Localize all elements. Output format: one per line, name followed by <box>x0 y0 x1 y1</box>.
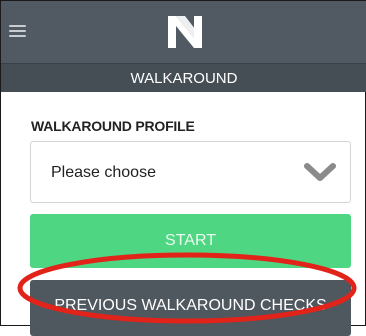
brand-n-logo-icon <box>168 16 202 48</box>
select-value: Please choose <box>51 164 156 181</box>
previous-checks-label: PREVIOUS WALKAROUND CHECKS <box>54 297 327 314</box>
walkaround-profile-label: WALKAROUND PROFILE <box>31 118 195 134</box>
section-title: WALKAROUND <box>130 69 238 87</box>
start-button[interactable]: START <box>30 214 351 268</box>
start-button-label: START <box>165 232 216 249</box>
chevron-down-icon <box>304 163 336 181</box>
hamburger-menu-icon[interactable] <box>9 25 26 37</box>
app-header <box>1 1 366 63</box>
walkaround-profile-select[interactable]: Please choose <box>30 141 351 203</box>
previous-walkaround-checks-button[interactable]: PREVIOUS WALKAROUND CHECKS <box>30 280 351 336</box>
section-title-bar: WALKAROUND <box>1 63 366 92</box>
